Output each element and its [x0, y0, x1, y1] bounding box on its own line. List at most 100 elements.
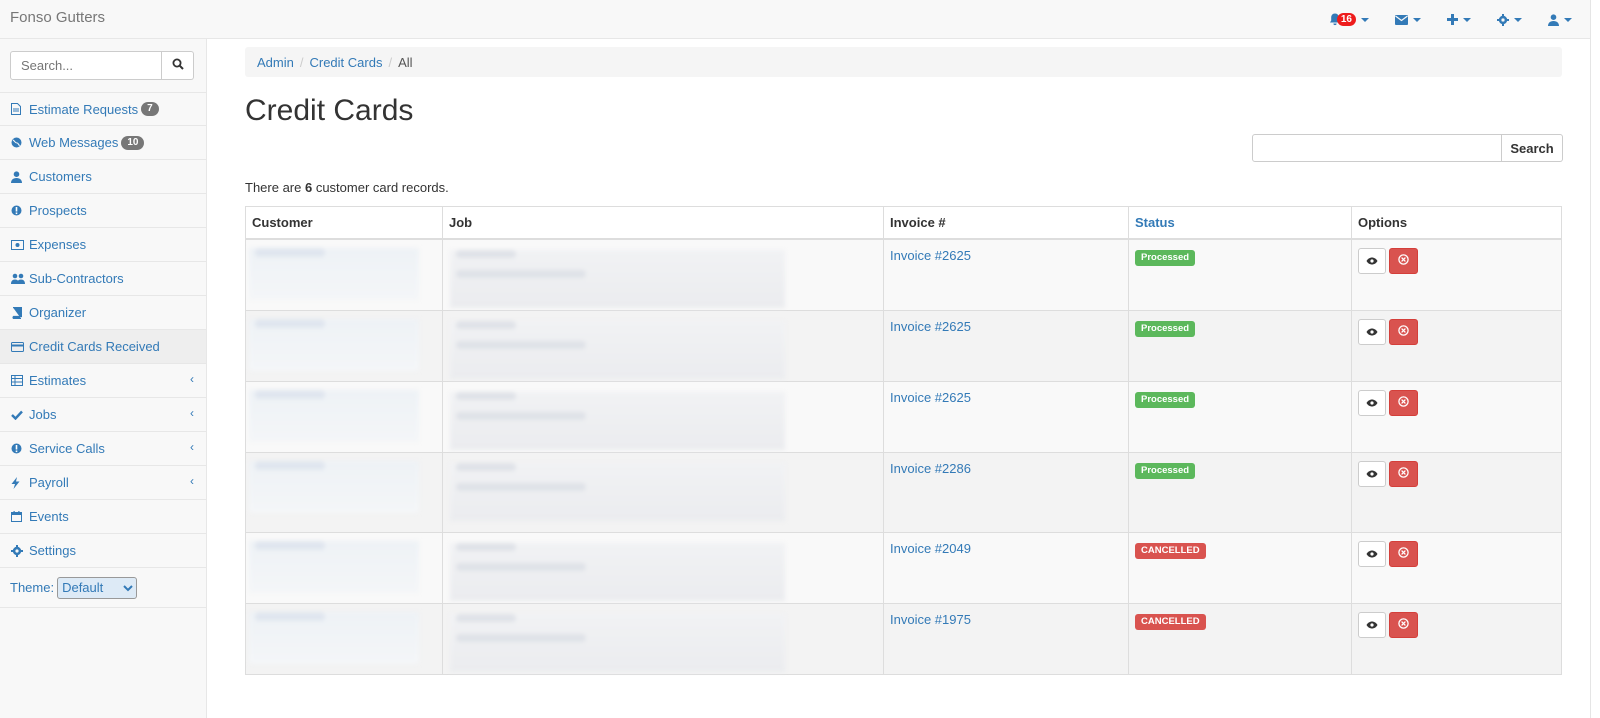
- times-circle-icon: [1398, 395, 1409, 410]
- search-button[interactable]: Search: [1502, 134, 1563, 162]
- sidebar-search-input[interactable]: [10, 51, 162, 80]
- options-cell: [1351, 238, 1562, 311]
- chevron-left-icon: ‹: [190, 406, 194, 420]
- eye-icon: [1366, 466, 1378, 481]
- view-button[interactable]: [1358, 540, 1386, 567]
- job-cell: [442, 309, 884, 382]
- sidebar-item-web-messages[interactable]: Web Messages 10: [0, 126, 206, 160]
- table-row: Invoice #2625 Processed: [245, 309, 1562, 382]
- times-circle-icon: [1398, 617, 1409, 632]
- invoice-link[interactable]: Invoice #2625: [890, 390, 971, 405]
- table-row: Invoice #2625 Processed: [245, 238, 1562, 311]
- book-icon: [11, 306, 25, 319]
- scrollbar-track[interactable]: [1590, 0, 1600, 718]
- status-cell: Processed: [1128, 380, 1352, 453]
- breadcrumb-credit-cards[interactable]: Credit Cards: [309, 55, 382, 70]
- redacted-customer: [249, 318, 419, 371]
- sidebar-search-button[interactable]: [162, 51, 194, 80]
- sidebar-item-estimates[interactable]: Estimates ‹: [0, 364, 206, 398]
- cancel-button[interactable]: [1389, 247, 1418, 274]
- customer-cell: [245, 380, 443, 453]
- table-row: Invoice #2286 Processed: [245, 451, 1562, 533]
- sidebar-item-label: Service Calls: [29, 441, 105, 456]
- breadcrumb-separator: /: [388, 54, 393, 70]
- view-button[interactable]: [1358, 611, 1386, 638]
- sidebar-item-customers[interactable]: Customers: [0, 160, 206, 194]
- column-header-status[interactable]: Status: [1128, 206, 1352, 240]
- notifications-count-badge: 16: [1336, 13, 1356, 26]
- theme-select[interactable]: Default: [57, 576, 138, 599]
- table-row: Invoice #2049 CANCELLED: [245, 531, 1562, 604]
- sidebar-item-sub-contractors[interactable]: Sub-Contractors: [0, 262, 206, 296]
- check-icon: [11, 410, 25, 420]
- chevron-left-icon: ‹: [190, 440, 194, 454]
- sidebar-item-label: Sub-Contractors: [29, 271, 124, 286]
- view-button[interactable]: [1358, 460, 1386, 487]
- record-count-prefix: There are: [245, 180, 305, 195]
- calendar-icon: [11, 511, 25, 522]
- cancel-button[interactable]: [1389, 389, 1418, 416]
- record-count-suffix: customer card records.: [312, 180, 449, 195]
- notifications-dropdown[interactable]: 16: [1329, 13, 1369, 26]
- sidebar-item-events[interactable]: Events: [0, 500, 206, 534]
- job-cell: [442, 380, 884, 453]
- redacted-customer: [249, 611, 419, 664]
- table-header-row: Customer Job Invoice # Status Options: [245, 206, 1562, 240]
- invoice-link[interactable]: Invoice #2625: [890, 248, 971, 263]
- cancel-button[interactable]: [1389, 540, 1418, 567]
- chevron-down-icon: [1564, 17, 1572, 22]
- status-badge: Processed: [1135, 462, 1196, 479]
- sidebar-item-credit-cards-received[interactable]: Credit Cards Received: [0, 330, 206, 364]
- view-button[interactable]: [1358, 247, 1386, 274]
- times-circle-icon: [1398, 253, 1409, 268]
- sidebar-item-service-calls[interactable]: Service Calls ‹: [0, 432, 206, 466]
- sidebar-item-jobs[interactable]: Jobs ‹: [0, 398, 206, 432]
- cancel-button[interactable]: [1389, 611, 1418, 638]
- times-circle-icon: [1398, 324, 1409, 339]
- options-cell: [1351, 602, 1562, 675]
- cancel-button[interactable]: [1389, 318, 1418, 345]
- sidebar-item-label: Credit Cards Received: [29, 339, 160, 354]
- breadcrumb-admin[interactable]: Admin: [257, 55, 294, 70]
- theme-selector-row: Theme: Default: [0, 568, 206, 608]
- sidebar-item-label: Settings: [29, 543, 76, 558]
- add-new-dropdown[interactable]: [1447, 14, 1471, 25]
- cog-icon: [11, 544, 25, 557]
- messages-dropdown[interactable]: [1395, 14, 1421, 25]
- user-dropdown[interactable]: [1548, 13, 1572, 26]
- brand-name[interactable]: Fonso Gutters: [10, 9, 105, 26]
- invoice-link[interactable]: Invoice #2286: [890, 461, 971, 476]
- credit-card-icon: [11, 341, 25, 352]
- sidebar-item-expenses[interactable]: Expenses: [0, 228, 206, 262]
- sidebar-item-payroll[interactable]: Payroll ‹: [0, 466, 206, 500]
- column-header-invoice: Invoice #: [883, 206, 1129, 240]
- bolt-icon: [11, 476, 25, 489]
- redacted-job: [450, 249, 785, 308]
- options-cell: [1351, 380, 1562, 453]
- view-button[interactable]: [1358, 389, 1386, 416]
- cancel-button[interactable]: [1389, 460, 1418, 487]
- times-circle-icon: [1398, 466, 1409, 481]
- table-search-input[interactable]: [1252, 134, 1502, 162]
- sidebar-item-settings[interactable]: Settings: [0, 534, 206, 568]
- search-icon: [172, 58, 184, 73]
- settings-dropdown[interactable]: [1497, 13, 1522, 26]
- invoice-cell: Invoice #2625: [883, 380, 1129, 453]
- sidebar-item-prospects[interactable]: Prospects: [0, 194, 206, 228]
- row-actions: [1358, 389, 1555, 416]
- eye-icon: [1366, 324, 1378, 339]
- invoice-cell: Invoice #1975: [883, 602, 1129, 675]
- status-badge: Processed: [1135, 391, 1196, 408]
- redacted-job: [450, 542, 785, 601]
- table-icon: [11, 375, 25, 386]
- table-search: Search: [1252, 134, 1563, 162]
- invoice-link[interactable]: Invoice #2625: [890, 319, 971, 334]
- invoice-link[interactable]: Invoice #2049: [890, 541, 971, 556]
- sidebar-item-estimate-requests[interactable]: Estimate Requests 7: [0, 92, 206, 126]
- breadcrumb-current: All: [398, 54, 413, 70]
- invoice-link[interactable]: Invoice #1975: [890, 612, 971, 627]
- file-icon: [11, 103, 25, 115]
- view-button[interactable]: [1358, 318, 1386, 345]
- redacted-job: [450, 613, 785, 672]
- sidebar-item-organizer[interactable]: Organizer: [0, 296, 206, 330]
